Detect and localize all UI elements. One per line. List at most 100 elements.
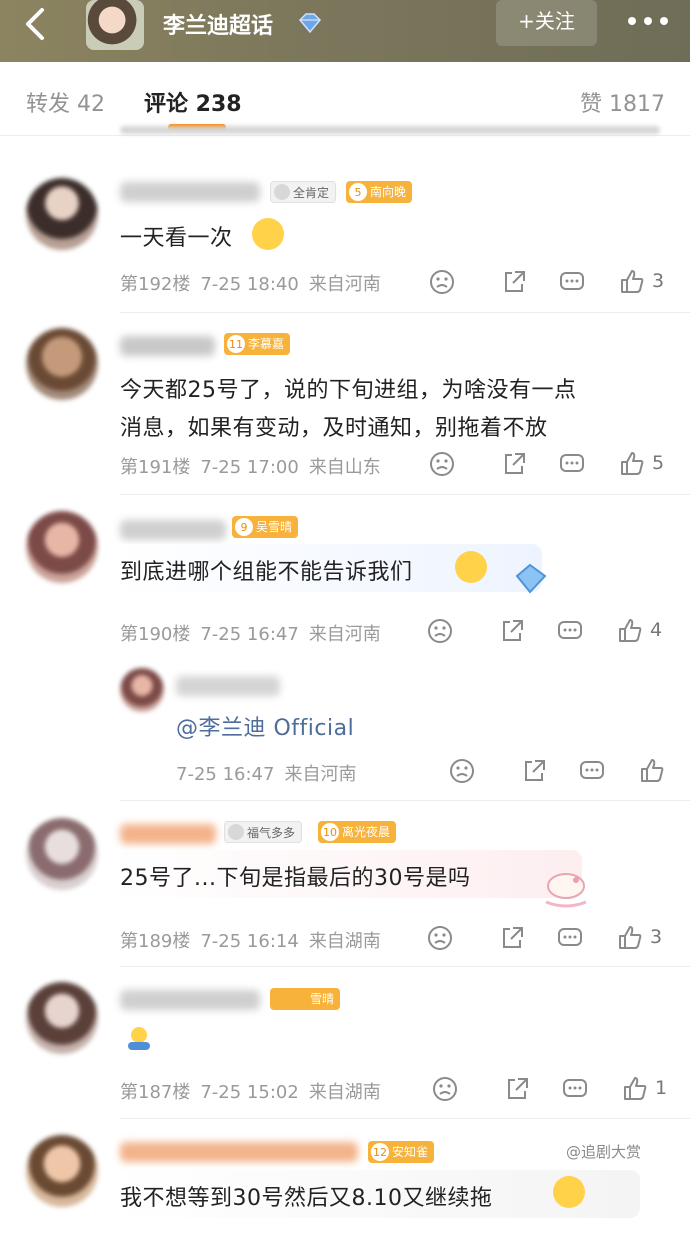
username[interactable]: [120, 336, 215, 356]
like-icon[interactable]: [616, 617, 644, 645]
floor-number: 第190楼: [120, 624, 191, 645]
badge-label: 福气多多: [247, 826, 296, 840]
reply-time: 7-25 16:47: [176, 764, 275, 785]
tab-likes[interactable]: 赞 1817: [580, 86, 665, 118]
top-bar: 李兰迪超话 +关注: [0, 0, 690, 62]
share-icon[interactable]: [520, 757, 548, 785]
avatar[interactable]: [26, 511, 98, 583]
like-count: 5: [652, 452, 665, 474]
avatar[interactable]: [26, 818, 98, 890]
comment-icon[interactable]: [561, 1075, 589, 1103]
comment-text: 我不想等到30号然后又8.10又继续拖: [120, 1186, 493, 1211]
dislike-icon[interactable]: [431, 1075, 459, 1103]
fan-level-badge: 5 南向晚: [346, 181, 413, 203]
comment-icon[interactable]: [578, 757, 606, 785]
share-icon[interactable]: [498, 617, 526, 645]
reply-avatar[interactable]: [120, 668, 164, 712]
tab-comments[interactable]: 评论 238: [144, 86, 242, 118]
comment-time: 7-25 17:00: [200, 457, 299, 478]
rocking-horse-sticker-icon: [540, 864, 592, 912]
username[interactable]: [120, 990, 260, 1010]
sad-emoji-icon: [455, 551, 487, 583]
like-count: 3: [652, 270, 665, 292]
badge-label: 雪晴: [310, 992, 335, 1006]
reply-meta: 7-25 16:47 来自河南: [176, 760, 366, 786]
dislike-icon[interactable]: [428, 268, 456, 296]
avatar[interactable]: [26, 178, 98, 250]
comment-meta: 第191楼 7-25 17:00 来自山东: [120, 453, 391, 479]
badge-icon: [228, 824, 244, 840]
comment-meta: 第187楼 7-25 15:02 来自湖南: [120, 1078, 391, 1104]
comment-time: 7-25 18:40: [200, 274, 299, 295]
thinking-emoji-icon: [252, 218, 284, 250]
fan-level-badge: 雪晴: [270, 988, 341, 1010]
comment-icon[interactable]: [556, 924, 584, 952]
comment-icon[interactable]: [556, 617, 584, 645]
comment-location: 来自河南: [308, 624, 381, 645]
avatar[interactable]: [26, 328, 98, 400]
cut-off-row: [120, 122, 660, 138]
like-icon[interactable]: [618, 268, 646, 296]
fan-level-number: 9: [234, 517, 254, 537]
comment-time: 7-25 16:47: [200, 624, 299, 645]
user-badge: 全肯定: [270, 181, 337, 203]
floor-number: 第187楼: [120, 1082, 191, 1103]
comment-meta: 第189楼 7-25 16:14 来自湖南: [120, 927, 391, 953]
share-icon[interactable]: [498, 924, 526, 952]
badge-label: 李慕嘉: [248, 337, 285, 351]
dislike-icon[interactable]: [426, 924, 454, 952]
comment-time: 7-25 15:02: [200, 1082, 299, 1103]
comment-text: 一天看一次: [120, 226, 233, 251]
share-icon[interactable]: [500, 450, 528, 478]
follow-button[interactable]: +关注: [496, 0, 597, 46]
dislike-icon[interactable]: [448, 757, 476, 785]
comment-text: 25号了...下旬是指最后的30号是吗: [120, 866, 471, 891]
divider: [120, 800, 690, 801]
laughing-emoji-icon: [553, 1176, 585, 1208]
reply-mention-text[interactable]: @李兰迪 Official: [176, 710, 354, 742]
username[interactable]: [120, 1142, 358, 1162]
username[interactable]: [120, 824, 216, 844]
reply-location: 来自河南: [284, 764, 357, 785]
topic-avatar[interactable]: [86, 0, 144, 50]
tab-repost[interactable]: 转发 42: [26, 86, 105, 118]
badge-label: 南向晚: [370, 185, 407, 199]
badge-label: 吴雪晴: [256, 520, 293, 534]
comment-time: 7-25 16:14: [200, 931, 299, 952]
avatar[interactable]: [26, 982, 98, 1054]
comment-location: 来自河南: [308, 274, 381, 295]
fan-level-badge: 10 离光夜晨: [318, 821, 397, 843]
reply-username[interactable]: [176, 676, 280, 696]
like-count: 1: [655, 1077, 668, 1099]
like-icon[interactable]: [621, 1075, 649, 1103]
comment-icon[interactable]: [558, 450, 586, 478]
dislike-icon[interactable]: [426, 617, 454, 645]
badge-label: 全肯定: [293, 186, 330, 200]
diamond-sticker-icon: [512, 562, 550, 600]
comment-text-line: 今天都25号了，说的下旬进组，为啥没有一点: [120, 378, 577, 403]
like-icon[interactable]: [638, 757, 666, 785]
dislike-icon[interactable]: [428, 450, 456, 478]
like-icon[interactable]: [618, 450, 646, 478]
comment-location: 来自山东: [308, 457, 381, 478]
divider: [120, 312, 690, 313]
watermark: @追剧大赏: [566, 1143, 642, 1161]
share-icon[interactable]: [503, 1075, 531, 1103]
more-icon[interactable]: [626, 12, 670, 32]
floor-number: 第191楼: [120, 457, 191, 478]
like-icon[interactable]: [616, 924, 644, 952]
like-count: 3: [650, 926, 663, 948]
back-arrow-icon[interactable]: [18, 4, 52, 44]
floor-number: 第189楼: [120, 931, 191, 952]
user-badge: 福气多多: [224, 821, 303, 843]
like-count: 4: [650, 619, 663, 641]
avatar[interactable]: [26, 1135, 98, 1207]
username[interactable]: [120, 520, 226, 540]
username[interactable]: [120, 182, 260, 202]
divider: [120, 966, 690, 967]
comment-text: 到底进哪个组能不能告诉我们: [120, 560, 413, 585]
divider: [120, 1118, 690, 1119]
comment-meta: 第190楼 7-25 16:47 来自河南: [120, 620, 391, 646]
comment-icon[interactable]: [558, 268, 586, 296]
share-icon[interactable]: [500, 268, 528, 296]
